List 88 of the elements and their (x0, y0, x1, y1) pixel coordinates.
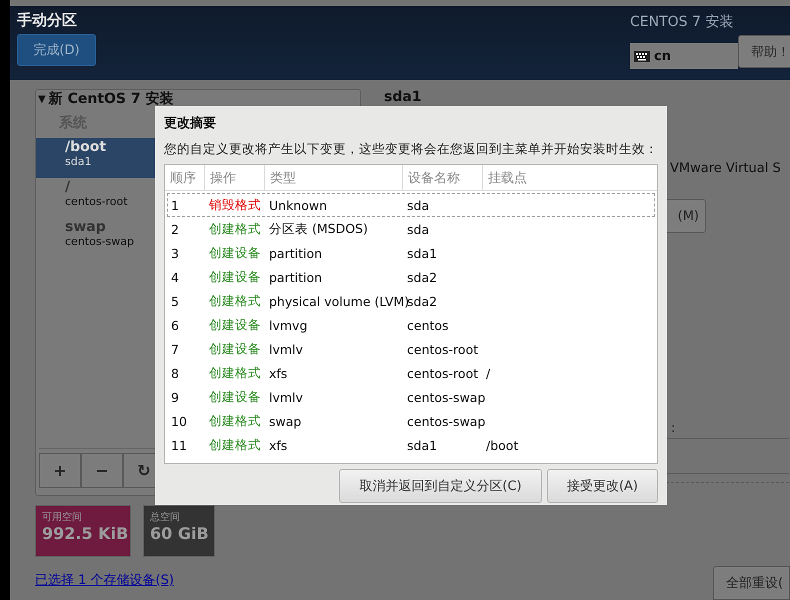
table-cell-text: / (485, 366, 490, 380)
table-cell-text: 创建设备 (208, 388, 262, 406)
table-row[interactable]: 1 销毁格式 Unknown sda (167, 193, 655, 217)
product-title: CENTOS 7 安装 (630, 13, 734, 31)
keyboard-layout-field[interactable]: cn (630, 43, 738, 69)
space-label: 总空间 (150, 510, 181, 524)
table-cell-text: centos-root (406, 366, 480, 380)
dialog-button[interactable]: 接受更改(A) (547, 469, 658, 503)
table-row[interactable]: 2 创建格式 分区表 (MSDOS) sda (167, 217, 655, 241)
table-cell-text: /boot (485, 438, 518, 452)
device-text: VMware Virtual S (670, 161, 782, 176)
device-name: sda1 (65, 155, 92, 168)
table-cell-text: 创建格式 (208, 220, 262, 238)
table-row[interactable]: 7 创建设备 lvmlv centos-root (167, 337, 655, 361)
column-header[interactable]: 顺序 (165, 165, 205, 190)
table-cell-text: sda (406, 198, 430, 212)
table-cell-text: 11 (170, 438, 188, 452)
dialog-title: 更改摘要 (164, 114, 217, 132)
table-row[interactable]: 6 创建设备 lvmvg centos (167, 313, 655, 337)
column-header[interactable]: 类型 (265, 165, 403, 190)
table-cell-text: 创建设备 (208, 268, 262, 286)
table-cell-text: 10 (170, 414, 188, 428)
toolbar-button[interactable]: − (81, 453, 123, 488)
table-cell-text: sda1 (406, 438, 438, 452)
table-cell-text: 创建设备 (208, 340, 262, 358)
partition-title: sda1 (384, 89, 422, 105)
table-row[interactable]: 11 创建格式 xfs sda1 /boot (167, 433, 655, 457)
table-cell-text: centos-swap (406, 390, 484, 404)
table-row[interactable]: 9 创建设备 lvmlv centos-swap (167, 385, 655, 409)
column-header[interactable]: 操作 (205, 165, 265, 190)
column-header[interactable]: 挂载点 (483, 165, 657, 190)
table-cell-text: Unknown (268, 198, 328, 212)
dialog-message: 您的自定义更改将产生以下变更，这些变更将会在您返回到主菜单并开始安装时生效： (164, 141, 658, 158)
table-cell-text: xfs (268, 438, 288, 452)
table-cell-text: partition (268, 246, 324, 260)
help-button[interactable]: 帮助！ (738, 35, 790, 68)
table-row[interactable]: 3 创建设备 partition sda1 (167, 241, 655, 265)
table-cell-text: 8 (170, 366, 180, 380)
table-cell-text: xfs (268, 366, 288, 380)
table-cell-text: 创建格式 (208, 412, 262, 430)
table-cell-text: lvmvg (268, 318, 308, 332)
table-cell-text: 分区表 (MSDOS) (268, 220, 369, 238)
mount-point-name: swap (65, 219, 106, 235)
toolbar-button[interactable]: + (39, 453, 81, 488)
table-cell-text: 创建格式 (208, 364, 262, 382)
device-name: centos-root (65, 195, 128, 208)
table-cell-text: 1 (170, 198, 180, 212)
table-cell-text: lvmlv (268, 342, 304, 356)
dialog-button[interactable]: 取消并返回到自定义分区(C) (339, 469, 542, 503)
table-cell-text: 销毁格式 (208, 196, 262, 214)
table-cell-text: lvmlv (268, 390, 304, 404)
table-cell-text: 5 (170, 294, 180, 308)
table-cell-text: sda2 (406, 270, 438, 284)
table-cell-text: 3 (170, 246, 180, 260)
mount-point-name: / (65, 179, 70, 195)
table-cell-text: centos (406, 318, 450, 332)
table-row[interactable]: 4 创建设备 partition sda2 (167, 265, 655, 289)
table-cell-text: 创建格式 (208, 436, 262, 454)
done-button[interactable]: 完成(D) (17, 34, 96, 66)
storage-devices-link[interactable]: 已选择 1 个存储设备(S) (35, 571, 174, 589)
expander-icon: ▼ (38, 91, 46, 108)
table-row[interactable]: 10 创建格式 swap centos-swap (167, 409, 655, 433)
heading-text: 新 CentOS 7 安装 (48, 91, 174, 108)
mount-point-name: /boot (65, 139, 106, 155)
table-cell-text: 6 (170, 318, 180, 332)
table-row[interactable]: 5 创建格式 physical volume (LVM)sda2 (167, 289, 655, 313)
table-cell-text: 创建设备 (208, 316, 262, 334)
space-value: 60 GiB (150, 524, 208, 543)
table-cell-text: 7 (170, 342, 180, 356)
table-cell-text: centos-root (406, 342, 480, 356)
reset-all-button[interactable]: 全部重设( (713, 566, 790, 600)
keyboard-icon (634, 50, 650, 62)
column-header[interactable]: 设备名称 (403, 165, 483, 190)
table-cell-text: 9 (170, 390, 180, 404)
table-cell-text: 4 (170, 270, 180, 284)
table-cell-text: sda (406, 222, 430, 236)
table-row[interactable]: 8 创建格式 xfs centos-root / (167, 361, 655, 385)
field-label: : (671, 421, 676, 436)
table-cell-text: partition (268, 270, 324, 284)
device-name: centos-swap (65, 235, 134, 248)
table-cell-text: sda1 (406, 246, 438, 260)
screen-title: 手动分区 (17, 11, 78, 30)
table-cell-text: centos-swap (406, 414, 484, 428)
table-cell-text: 创建格式 (208, 292, 262, 310)
table-cell-text: swap (268, 414, 302, 428)
table-cell-text: 2 (170, 222, 180, 236)
table-cell-text: 创建设备 (208, 244, 262, 262)
space-label: 可用空间 (42, 510, 83, 524)
